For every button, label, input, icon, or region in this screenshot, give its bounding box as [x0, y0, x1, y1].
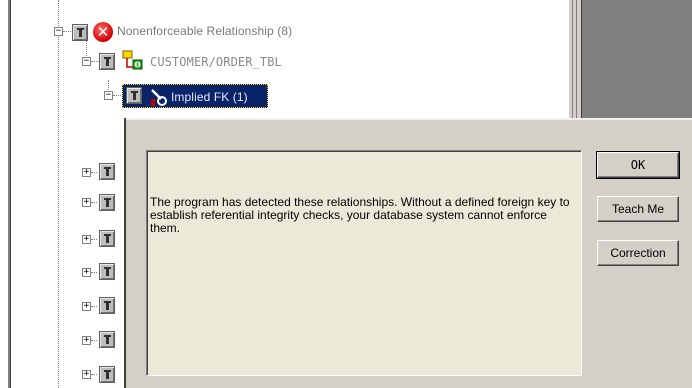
- expand-toggle[interactable]: +: [82, 302, 91, 311]
- info-icon: [99, 230, 115, 247]
- error-x-icon: ✕: [93, 22, 113, 42]
- tree-line: [91, 172, 97, 173]
- info-icon: [72, 24, 88, 41]
- tree-line: [113, 95, 121, 96]
- splitter-handle[interactable]: [568, 0, 582, 120]
- tree-line: [108, 80, 109, 90]
- collapse-toggle[interactable]: −: [82, 57, 91, 66]
- info-icon: [99, 297, 115, 314]
- tree-line: [91, 239, 97, 240]
- implied-fk-icon: [151, 89, 167, 106]
- ok-button[interactable]: OK: [596, 151, 680, 179]
- correction-button[interactable]: Correction: [597, 240, 679, 266]
- tree-line: [91, 61, 99, 62]
- collapse-toggle[interactable]: −: [54, 27, 63, 36]
- expand-toggle[interactable]: +: [82, 198, 91, 207]
- collapse-toggle[interactable]: −: [104, 91, 113, 100]
- teach-me-button[interactable]: Teach Me: [597, 196, 679, 222]
- tree-item-label-implied-fk[interactable]: Implied FK (1): [171, 90, 248, 104]
- teach-me-button-label: Teach Me: [611, 202, 665, 216]
- message-panel: [146, 150, 582, 376]
- tree-line: [91, 272, 97, 273]
- expand-toggle[interactable]: +: [82, 168, 91, 177]
- tree-item-label-customer-order[interactable]: CUSTOMER/ORDER_TBL: [150, 55, 282, 69]
- tree-line: [91, 306, 97, 307]
- info-icon: [99, 263, 115, 280]
- info-icon: [126, 87, 142, 104]
- tree-line: [91, 202, 97, 203]
- tree-line: [58, 0, 59, 388]
- tree-line: [91, 374, 97, 375]
- info-icon: [99, 366, 115, 383]
- correction-button-label: Correction: [610, 246, 666, 260]
- ok-button-label: OK: [630, 158, 646, 172]
- tree-item-label-nonenforceable[interactable]: Nonenforceable Relationship (8): [117, 24, 292, 38]
- info-icon: [99, 331, 115, 348]
- dialog-shadow: [124, 118, 126, 388]
- info-icon: [99, 53, 115, 70]
- dialog-message: The program has detected these relations…: [150, 195, 570, 235]
- info-icon: [99, 194, 115, 211]
- info-icon: [99, 163, 115, 180]
- expand-toggle[interactable]: +: [82, 268, 91, 277]
- window-left-edge: [8, 0, 11, 388]
- expand-toggle[interactable]: +: [82, 370, 91, 379]
- expand-toggle[interactable]: +: [82, 336, 91, 345]
- tree-line: [63, 31, 71, 32]
- table-relation-icon: [122, 50, 143, 70]
- tree-line: [91, 340, 97, 341]
- expand-toggle[interactable]: +: [82, 235, 91, 244]
